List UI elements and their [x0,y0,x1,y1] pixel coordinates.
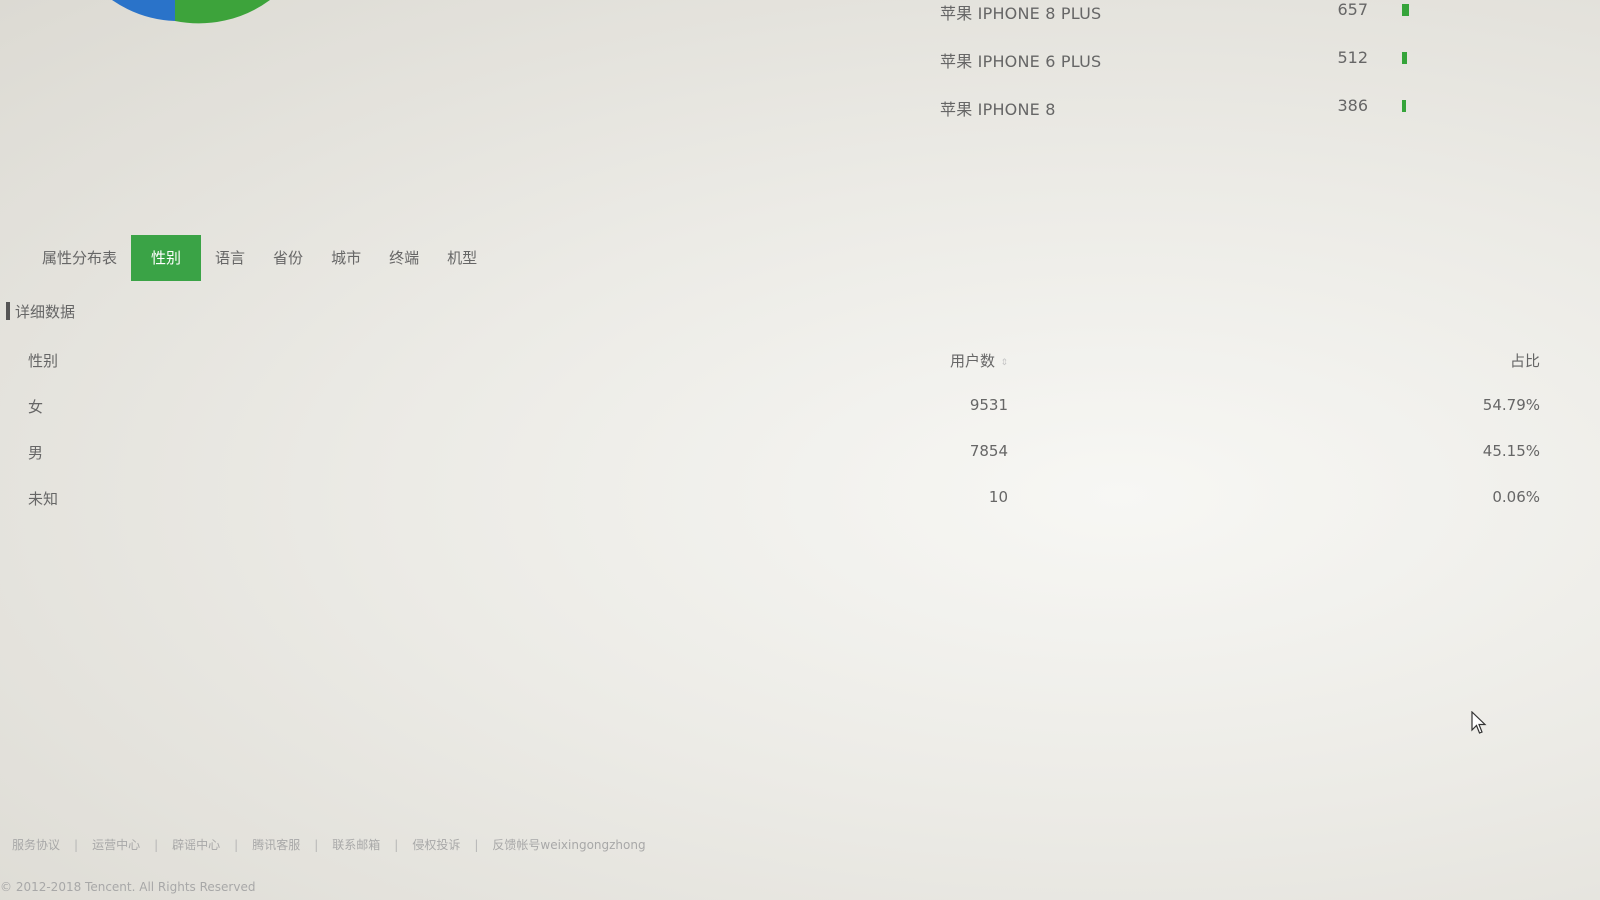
device-name: 苹果 IPHONE 8 [940,100,1056,119]
device-row: 苹果 IPHONE 8 386 [940,96,1460,144]
device-row: 苹果 IPHONE 8 PLUS 657 [940,0,1460,48]
table-row: 女 9531 54.79% [28,396,1548,442]
attribute-tabs: 属性分布表 性别 语言 省份 城市 终端 机型 [28,235,491,281]
row-gender: 未知 [28,490,59,508]
row-share: 0.06% [1492,488,1540,506]
table-row: 未知 10 0.06% [28,488,1548,534]
footer-separator: | [74,837,79,852]
footer-link-service-agreement[interactable]: 服务协议 [12,836,60,853]
header-users-label: 用户数 [949,352,995,370]
footer-link-operations-center[interactable]: 运营中心 [92,836,140,853]
row-gender: 男 [28,444,44,462]
tab-device-model[interactable]: 机型 [433,235,491,281]
device-count: 657 [1337,0,1368,19]
table-row: 男 7854 45.15% [28,442,1548,488]
tab-gender[interactable]: 性别 [131,235,202,281]
footer-link-infringement-complaint[interactable]: 侵权投诉 [412,836,460,853]
copyright-text: © 2012-2018 Tencent. All Rights Reserved [0,880,256,894]
row-share: 45.15% [1482,442,1540,460]
row-gender: 女 [28,398,44,416]
row-share: 54.79% [1482,396,1540,414]
footer-link-feedback-account[interactable]: 反馈帐号weixingongzhong [492,836,645,853]
footer-separator: | [474,837,479,852]
pie-slice-green [175,0,270,24]
header-users[interactable]: 用户数 ⇕ [950,350,1008,371]
footer-links: 服务协议 | 运营中心 | 辟谣中心 | 腾讯客服 | 联系邮箱 | 侵权投诉 … [12,836,646,853]
sort-icon[interactable]: ⇕ [999,358,1008,368]
footer-separator: | [234,837,239,852]
tab-city[interactable]: 城市 [317,235,375,281]
section-title-text: 详细数据 [15,302,76,321]
device-row: 苹果 IPHONE 6 PLUS 512 [940,48,1460,96]
mouse-cursor-icon [1471,711,1487,734]
device-bar [1402,100,1406,112]
footer-separator: | [154,837,159,852]
table-header-row: 性别 用户数 ⇕ 占比 [28,350,1548,396]
tab-terminal[interactable]: 终端 [375,235,433,281]
pie-slice-blue [112,0,175,21]
footer-link-contact-email[interactable]: 联系邮箱 [332,836,380,853]
footer-separator: | [314,837,319,852]
device-name: 苹果 IPHONE 6 PLUS [940,52,1102,71]
pie-chart-fragment [112,0,270,24]
row-users: 9531 [969,396,1008,414]
header-gender: 性别 [28,352,59,370]
footer-link-tencent-support[interactable]: 腾讯客服 [252,836,300,853]
device-bar [1402,52,1407,64]
row-users: 7854 [969,442,1008,460]
section-title: 详细数据 [6,301,75,321]
device-ranking-list: 苹果 IPHONE 8 PLUS 657 苹果 IPHONE 6 PLUS 51… [940,0,1460,144]
device-bar [1402,4,1409,16]
gender-detail-table: 性别 用户数 ⇕ 占比 女 9531 54.79% 男 7854 45.15% 未… [28,350,1548,534]
footer-link-rumor-center[interactable]: 辟谣中心 [172,836,220,853]
device-count: 512 [1337,48,1368,67]
device-count: 386 [1337,96,1368,115]
tab-province[interactable]: 省份 [259,235,317,281]
header-share: 占比 [1509,352,1540,370]
section-title-marker [6,302,10,320]
footer-separator: | [394,837,399,852]
device-name: 苹果 IPHONE 8 PLUS [940,4,1102,23]
tab-language[interactable]: 语言 [201,235,259,281]
row-users: 10 [988,488,1008,506]
tab-attribute-distribution[interactable]: 属性分布表 [28,235,131,281]
